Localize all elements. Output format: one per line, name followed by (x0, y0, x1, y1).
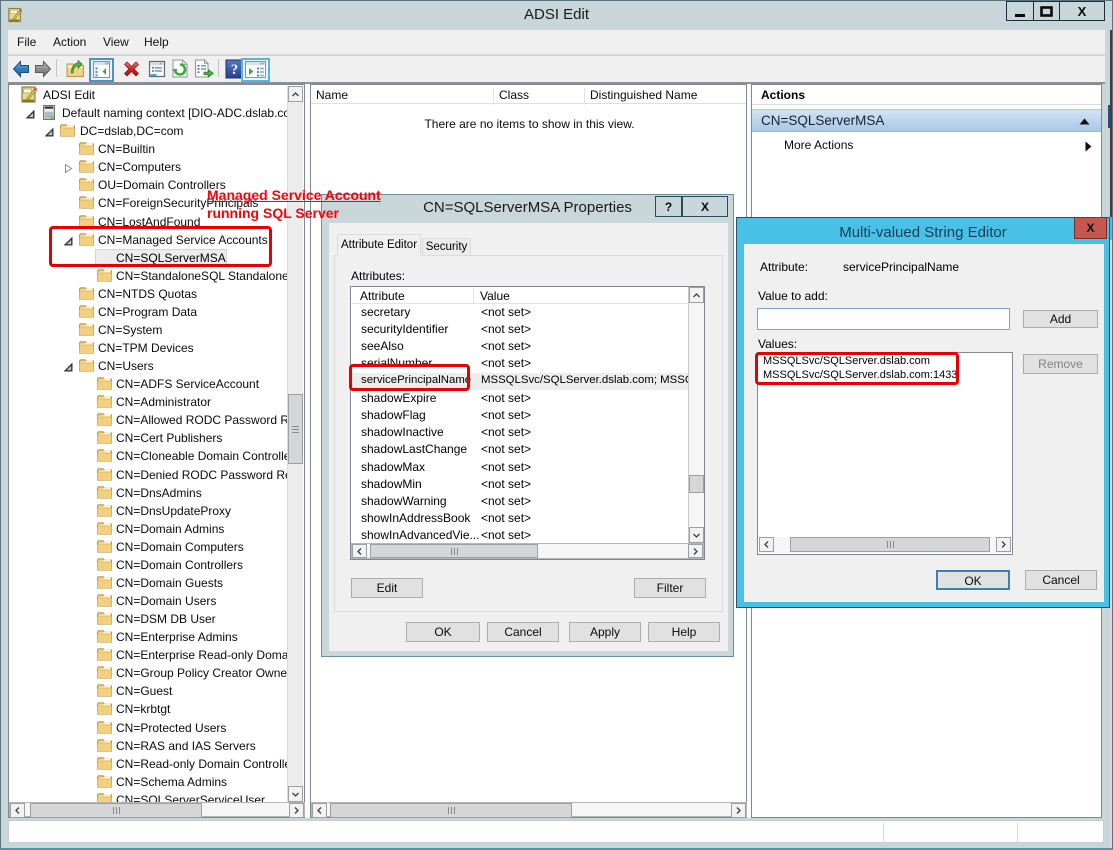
svg-text:?: ? (231, 62, 239, 78)
